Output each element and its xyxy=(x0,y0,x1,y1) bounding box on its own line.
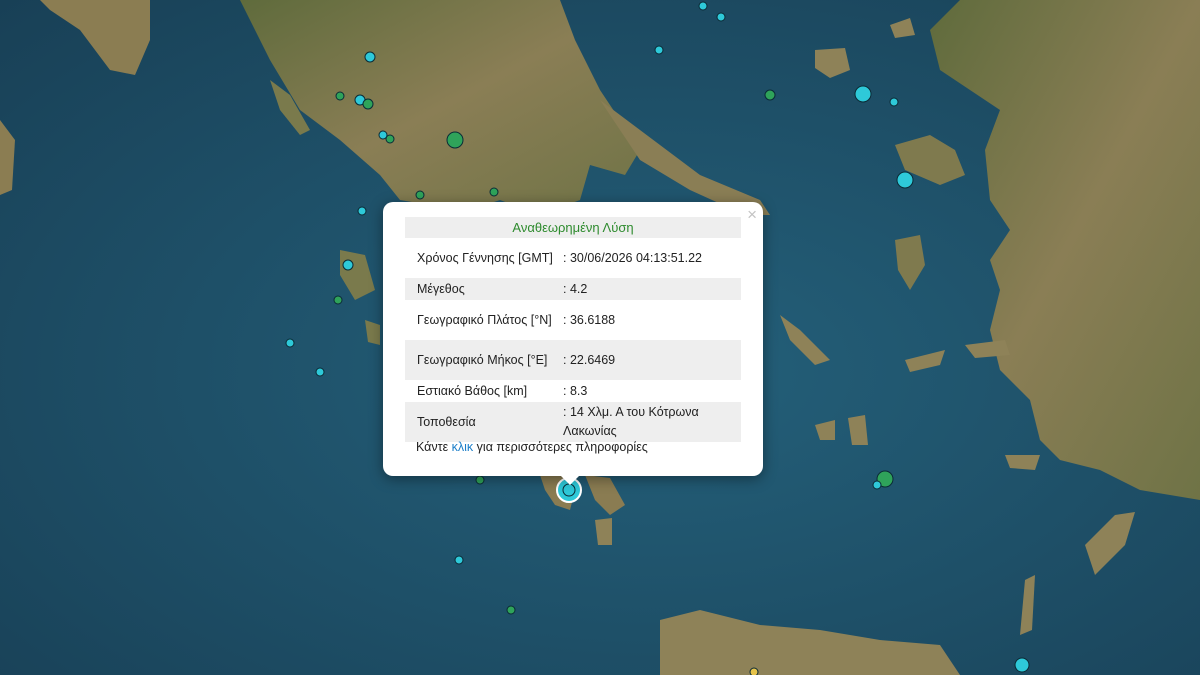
row-value-location: : 14 Χλμ. Α του Κότρωνα Λακωνίας xyxy=(563,405,699,438)
earthquake-marker[interactable] xyxy=(285,338,295,348)
earthquake-marker[interactable] xyxy=(333,295,343,305)
table-row: Γεωγραφικό Πλάτος [°N] : 36.6188 xyxy=(405,300,741,340)
earthquake-marker[interactable] xyxy=(889,97,899,107)
earthquake-marker[interactable] xyxy=(698,1,708,11)
earthquake-marker[interactable] xyxy=(872,480,882,490)
row-value-longitude: : 22.6469 xyxy=(563,352,616,367)
more-info-link[interactable]: κλικ xyxy=(452,440,474,454)
earthquake-marker[interactable] xyxy=(764,89,776,101)
row-value-depth: : 8.3 xyxy=(563,383,588,398)
earthquake-marker[interactable] xyxy=(415,190,425,200)
more-info-suffix: για περισσότερες πληροφορίες xyxy=(473,440,648,454)
row-value-origin-time: : 30/06/2026 04:13:51.22 xyxy=(563,250,703,265)
earthquake-marker[interactable] xyxy=(315,367,325,377)
earthquake-marker[interactable] xyxy=(489,187,499,197)
row-label-latitude: Γεωγραφικό Πλάτος [°N] xyxy=(417,312,552,327)
table-row: Τοποθεσία : 14 Χλμ. Α του Κότρωνα Λακωνί… xyxy=(405,402,741,442)
earthquake-marker[interactable] xyxy=(749,667,759,675)
earthquake-info-popup: × Αναθεωρημένη Λύση Χρόνος Γέννησης [GMT… xyxy=(383,202,763,476)
row-label-origin-time: Χρόνος Γέννησης [GMT] xyxy=(417,250,553,265)
row-label-longitude: Γεωγραφικό Μήκος [°E] xyxy=(417,352,548,367)
land-kos xyxy=(1005,455,1040,470)
more-info-line: Κάντε κλικ για περισσότερες πληροφορίες xyxy=(416,440,648,454)
earthquake-marker[interactable] xyxy=(357,206,367,216)
more-info-prefix: Κάντε xyxy=(416,440,452,454)
row-label-magnitude: Μέγεθος xyxy=(417,281,465,296)
earthquake-marker[interactable] xyxy=(854,85,872,103)
earthquake-marker[interactable] xyxy=(654,45,664,55)
earthquake-marker[interactable] xyxy=(364,51,376,63)
earthquake-marker[interactable] xyxy=(446,131,464,149)
earthquake-marker[interactable] xyxy=(506,605,516,615)
table-row: Χρόνος Γέννησης [GMT] : 30/06/2026 04:13… xyxy=(405,238,741,278)
row-value-magnitude: : 4.2 xyxy=(563,281,588,296)
table-row: Μέγεθος : 4.2 xyxy=(405,278,741,300)
earthquake-marker[interactable] xyxy=(896,171,914,189)
row-value-latitude: : 36.6188 xyxy=(563,312,616,327)
earthquake-marker[interactable] xyxy=(385,134,395,144)
row-label-location: Τοποθεσία xyxy=(417,414,476,429)
earthquake-marker[interactable] xyxy=(362,98,374,110)
table-row: Εστιακό Βάθος [km] : 8.3 xyxy=(405,380,741,402)
earthquake-marker[interactable] xyxy=(475,475,485,485)
popup-title: Αναθεωρημένη Λύση xyxy=(405,217,741,238)
land-kythira xyxy=(595,518,612,545)
row-label-depth: Εστιακό Βάθος [km] xyxy=(417,383,528,398)
earthquake-marker[interactable] xyxy=(1014,657,1030,673)
earthquake-info-table: Χρόνος Γέννησης [GMT] : 30/06/2026 04:13… xyxy=(405,238,741,442)
close-icon[interactable]: × xyxy=(747,205,757,225)
earthquake-marker[interactable] xyxy=(342,259,354,271)
earthquake-marker[interactable] xyxy=(335,91,345,101)
popup-tip xyxy=(559,474,581,485)
earthquake-marker[interactable] xyxy=(454,555,464,565)
earthquake-marker[interactable] xyxy=(716,12,726,22)
table-row: Γεωγραφικό Μήκος [°E] : 22.6469 xyxy=(405,340,741,380)
